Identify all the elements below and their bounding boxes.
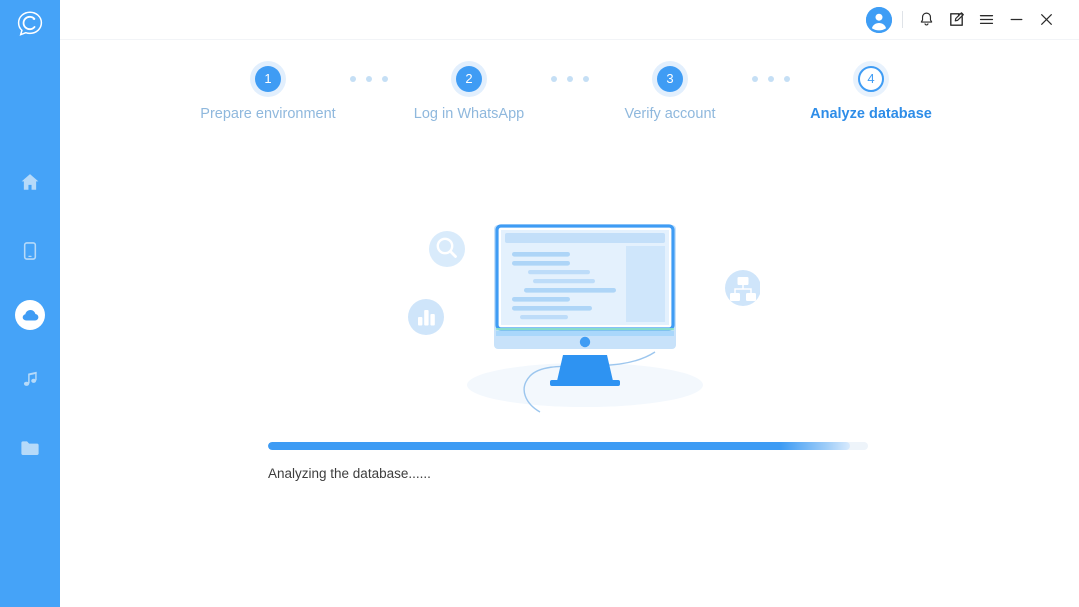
separator-dot [365, 76, 372, 82]
progress-status-text: Analyzing the database...... [268, 466, 431, 481]
minimize-icon [1010, 18, 1022, 21]
titlebar [60, 0, 1079, 40]
app-window: 1 Prepare environment 2 Log in WhatsApp [0, 0, 1079, 607]
screen-underbar [496, 331, 674, 336]
menu-button[interactable] [971, 5, 1001, 35]
step-number: 2 [456, 66, 482, 92]
user-avatar-icon [866, 6, 892, 33]
sidebar [0, 0, 60, 607]
screen-title-bar [505, 233, 665, 243]
separator-dot [381, 76, 388, 82]
sidebar-item-device[interactable] [10, 231, 50, 271]
notifications-button[interactable] [911, 5, 941, 35]
progress-bar[interactable] [268, 442, 868, 450]
folder-icon [21, 441, 39, 455]
app-logo[interactable] [12, 6, 48, 42]
step-label: Verify account [624, 106, 716, 122]
titlebar-separator [902, 11, 903, 28]
sidebar-item-music[interactable] [10, 359, 50, 399]
step-indicator: 1 Prepare environment 2 Log in WhatsApp [60, 66, 1079, 122]
search-badge [429, 231, 465, 267]
feedback-button[interactable] [941, 5, 971, 35]
music-note-icon [23, 371, 37, 386]
scan-line [496, 328, 674, 331]
step-prepare-environment: 1 Prepare environment [193, 66, 343, 122]
step-number: 3 [657, 66, 683, 92]
sidebar-item-files[interactable] [10, 428, 50, 468]
monitor-power-dot [579, 336, 591, 348]
database-analysis-illustration [400, 180, 760, 415]
bell-icon [920, 12, 932, 26]
step-number: 1 [255, 66, 281, 92]
screen-side-panel [626, 246, 665, 322]
step-label: Analyze database [810, 106, 932, 122]
main-area: 1 Prepare environment 2 Log in WhatsApp [60, 0, 1079, 607]
separator-dot [751, 76, 758, 82]
separator-dot [550, 76, 557, 82]
home-icon [21, 174, 39, 190]
close-icon [1040, 14, 1052, 25]
step-log-in-whatsapp: 2 Log in WhatsApp [394, 66, 544, 122]
separator-dot [566, 76, 573, 82]
monitor-base [550, 380, 620, 386]
content-area: 1 Prepare environment 2 Log in WhatsApp [60, 40, 1079, 607]
sidebar-nav [0, 162, 60, 468]
edit-note-icon [949, 12, 964, 26]
separator-dot [783, 76, 790, 82]
hamburger-menu-icon [979, 15, 993, 24]
separator-dot [582, 76, 589, 82]
hierarchy-badge [725, 270, 760, 306]
step-analyze-database: 4 Analyze database [796, 66, 946, 122]
sidebar-item-transfer[interactable] [15, 300, 45, 330]
avatar[interactable] [866, 6, 892, 33]
monitor-stand [557, 355, 613, 381]
close-button[interactable] [1031, 5, 1061, 35]
monitor-illustration-svg [408, 224, 760, 413]
phone-icon [23, 242, 37, 260]
step-number: 4 [858, 66, 884, 92]
minimize-button[interactable] [1001, 5, 1031, 35]
separator-dot [349, 76, 356, 82]
progress-bar-fill [268, 442, 850, 450]
step-label: Prepare environment [200, 106, 336, 122]
chart-badge [408, 299, 444, 335]
chat-bubble-c-logo-icon [17, 11, 43, 36]
sidebar-item-home[interactable] [10, 162, 50, 202]
step-label: Log in WhatsApp [413, 106, 525, 122]
separator-dot [767, 76, 774, 82]
progress-section: Analyzing the database...... [268, 442, 868, 481]
titlebar-icons [866, 5, 1061, 35]
cloud-icon [22, 309, 38, 320]
step-verify-account: 3 Verify account [595, 66, 745, 122]
